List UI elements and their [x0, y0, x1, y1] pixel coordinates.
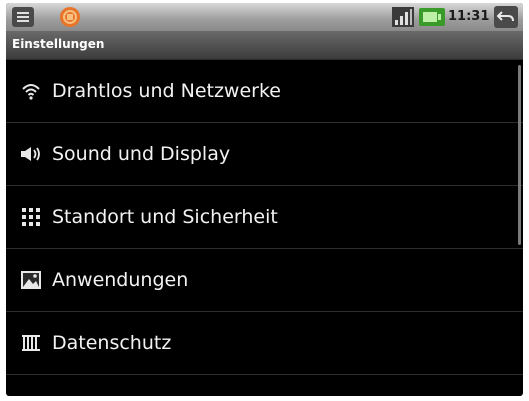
settings-item-applications[interactable]: Anwendungen — [6, 249, 523, 312]
menu-icon[interactable] — [12, 7, 34, 31]
settings-item-label: Anwendungen — [52, 269, 189, 291]
app-icon[interactable] — [58, 6, 82, 32]
status-bar: 11:31 — [6, 3, 523, 31]
settings-item-label: Datenschutz — [52, 332, 172, 354]
settings-item-wireless[interactable]: Drahtlos und Netzwerke — [6, 60, 523, 123]
header: Einstellungen — [6, 31, 523, 60]
settings-item-label: Sound und Display — [52, 143, 231, 165]
image-icon — [16, 268, 46, 292]
bars-icon — [16, 331, 46, 355]
settings-item-label: Drahtlos und Netzwerke — [52, 80, 281, 102]
settings-list: Drahtlos und Netzwerke Sound und Display — [6, 60, 523, 375]
speaker-icon — [16, 142, 46, 166]
settings-item-label: Standort und Sicherheit — [52, 206, 278, 228]
back-icon[interactable] — [494, 6, 518, 32]
signal-icon — [392, 7, 414, 31]
wifi-icon — [16, 79, 46, 103]
settings-item-location-security[interactable]: Standort und Sicherheit — [6, 186, 523, 249]
grid-dots-icon — [16, 205, 46, 229]
page-title: Einstellungen — [12, 37, 105, 51]
device-screen: 11:31 Einstellungen Drahtlos und Netzwer… — [6, 3, 523, 396]
battery-icon — [419, 8, 445, 30]
status-time: 11:31 — [448, 9, 490, 24]
settings-item-privacy[interactable]: Datenschutz — [6, 312, 523, 375]
settings-item-sound-display[interactable]: Sound und Display — [6, 123, 523, 186]
scrollbar[interactable] — [518, 65, 521, 245]
